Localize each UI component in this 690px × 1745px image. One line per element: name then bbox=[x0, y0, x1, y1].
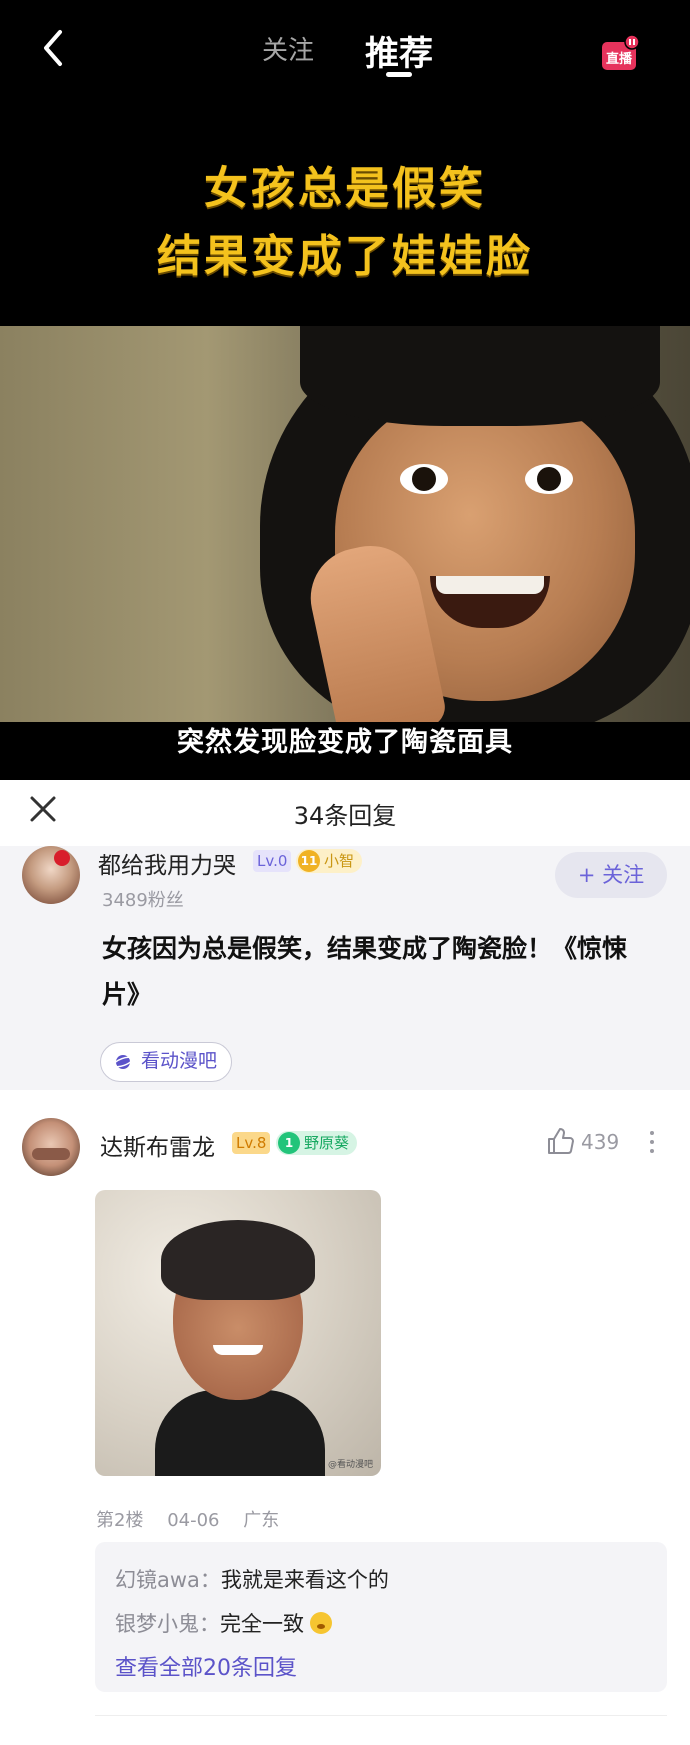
image-body-shape bbox=[155, 1390, 325, 1476]
avatar[interactable] bbox=[22, 846, 80, 904]
live-tv-icon: 直播 bbox=[602, 34, 640, 70]
forum-chip-label: 看动漫吧 bbox=[141, 1050, 218, 1072]
user-tag-badge: 11 小智 bbox=[296, 849, 363, 873]
user-tag-badge: 1 野原葵 bbox=[276, 1131, 358, 1155]
image-hair-shape bbox=[161, 1220, 315, 1300]
avatar-flower bbox=[54, 850, 70, 866]
tab-follow[interactable]: 关注 bbox=[262, 30, 314, 67]
live-button[interactable]: 直播 bbox=[600, 34, 640, 72]
tag-gem-icon: 1 bbox=[278, 1132, 300, 1154]
original-post: 都给我用力哭 Lv.0 11 小智 3489粉丝 + 关注 女孩因为总是假笑，结… bbox=[0, 846, 690, 1090]
more-dot bbox=[650, 1140, 654, 1144]
level-badge: Lv.8 bbox=[232, 1132, 271, 1154]
video-player[interactable]: 关注 推荐 直播 女孩总是假笑 结果变成了娃娃脸 突然发现脸变成了陶瓷面具 bbox=[0, 0, 690, 780]
comment-username[interactable]: 达斯布雷龙 bbox=[100, 1128, 215, 1162]
video-subtitle: 突然发现脸变成了陶瓷面具 bbox=[177, 727, 513, 758]
comment-location: 广东 bbox=[243, 1510, 280, 1531]
video-right-eye bbox=[525, 464, 573, 494]
video-headline-line-1: 女孩总是假笑 bbox=[204, 163, 486, 214]
view-all-replies-link[interactable]: 查看全部20条回复 bbox=[115, 1650, 297, 1682]
more-dot bbox=[650, 1149, 654, 1153]
follow-button[interactable]: + 关注 bbox=[555, 852, 667, 898]
comment-date: 04-06 bbox=[167, 1510, 220, 1531]
sub-reply-user[interactable]: 银梦小鬼： bbox=[115, 1612, 220, 1636]
sub-reply[interactable]: 幻镜awa：我就是来看这个的 bbox=[115, 1564, 389, 1594]
reply-count-title: 34条回复 bbox=[293, 802, 397, 830]
planet-icon bbox=[113, 1055, 133, 1069]
video-left-eye bbox=[400, 464, 448, 494]
level-badge: Lv.0 bbox=[253, 850, 292, 872]
sub-reply-text: 完全一致 bbox=[220, 1612, 304, 1636]
tag-label: 小智 bbox=[324, 852, 355, 870]
more-dots-icon bbox=[650, 1131, 654, 1135]
like-count: 439 bbox=[581, 1130, 620, 1154]
fans-count: 3489粉丝 bbox=[102, 890, 184, 911]
top-navigation-bar: 关注 推荐 直播 bbox=[0, 0, 690, 100]
post-text: 女孩因为总是假笑，结果变成了陶瓷脸！《惊悚片》 bbox=[102, 934, 628, 1009]
divider bbox=[95, 1715, 667, 1716]
comment-meta: 第2楼 04-06 广东 bbox=[96, 1506, 297, 1532]
more-options-button[interactable] bbox=[645, 1128, 659, 1158]
sub-replies-box[interactable]: 幻镜awa：我就是来看这个的 银梦小鬼：完全一致 查看全部20条回复 bbox=[95, 1542, 667, 1692]
video-frame bbox=[0, 326, 690, 722]
surprised-emoji-icon bbox=[310, 1612, 332, 1634]
video-bangs-shape bbox=[300, 326, 660, 426]
post-username[interactable]: 都给我用力哭 bbox=[98, 846, 236, 880]
tab-recommend[interactable]: 推荐 bbox=[365, 26, 433, 75]
tag-gem-icon: 11 bbox=[298, 850, 320, 872]
comment-image[interactable]: @看动漫吧 bbox=[95, 1190, 381, 1476]
chevron-left-icon bbox=[44, 30, 62, 66]
forum-chip[interactable]: 看动漫吧 bbox=[100, 1042, 233, 1082]
tag-label: 野原葵 bbox=[304, 1134, 350, 1152]
sub-reply[interactable]: 银梦小鬼：完全一致 bbox=[115, 1608, 332, 1638]
image-teeth-shape bbox=[213, 1345, 263, 1355]
sub-reply-text: 我就是来看这个的 bbox=[220, 1568, 389, 1592]
image-watermark: @看动漫吧 bbox=[327, 1460, 373, 1470]
video-headline: 女孩总是假笑 结果变成了娃娃脸 bbox=[0, 155, 690, 291]
back-button[interactable] bbox=[34, 26, 74, 70]
reply-panel-header: 34条回复 bbox=[0, 780, 690, 846]
comment-item: 达斯布雷龙 Lv.8 1 野原葵 439 @看动漫吧 第2楼 04-06 广东 … bbox=[0, 1090, 690, 1745]
floor-number: 第2楼 bbox=[96, 1510, 144, 1531]
live-label: 直播 bbox=[606, 51, 633, 67]
thumbs-up-icon bbox=[548, 1128, 574, 1154]
active-tab-indicator bbox=[386, 72, 412, 77]
sub-reply-user[interactable]: 幻镜awa： bbox=[115, 1568, 221, 1592]
avatar[interactable] bbox=[22, 1118, 80, 1176]
video-headline-line-2: 结果变成了娃娃脸 bbox=[157, 231, 533, 282]
